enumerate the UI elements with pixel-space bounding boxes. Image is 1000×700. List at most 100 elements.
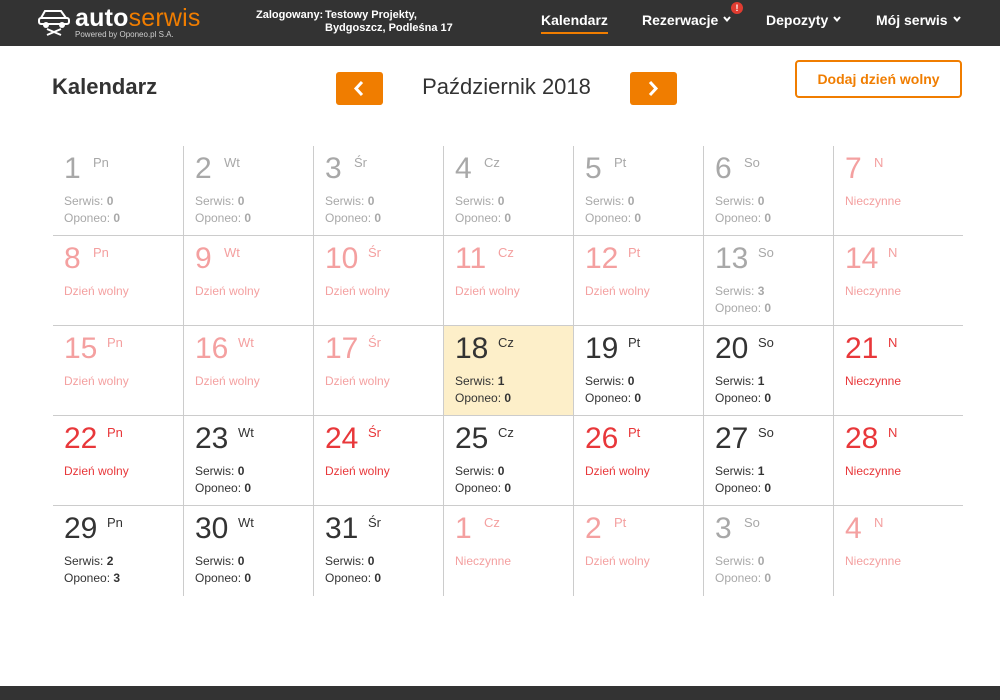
calendar-day[interactable]: 21 N Nieczynne xyxy=(833,326,963,416)
day-number: 6 xyxy=(715,152,732,185)
weekday-label: Pn xyxy=(107,425,123,440)
logged-in-account: Testowy Projekty, Bydgoszcz, Podleśna 17 xyxy=(325,9,453,35)
day-number: 12 xyxy=(585,242,619,275)
calendar-day[interactable]: 11 Cz Dzień wolny xyxy=(443,236,573,326)
calendar-day[interactable]: 16 Wt Dzień wolny xyxy=(183,326,313,416)
oponeo-label: Oponeo: xyxy=(64,211,111,225)
nav-calendar[interactable]: Kalendarz xyxy=(541,12,608,34)
weekday-label: So xyxy=(758,245,774,260)
day-number: 19 xyxy=(585,332,619,365)
oponeo-count: Oponeo: 0 xyxy=(455,481,511,495)
weekday-label: Pn xyxy=(93,155,109,170)
previous-month-button[interactable] xyxy=(336,72,383,105)
calendar-grid: 1 Pn Serwis: 0 Oponeo: 0 2 Wt Serwis: 0 Oponeo:… xyxy=(53,146,963,596)
calendar-day[interactable]: 3 So Serwis: 0 Oponeo: 0 xyxy=(703,506,833,596)
calendar-day[interactable]: 3 Śr Serwis: 0 Oponeo: 0 xyxy=(313,146,443,236)
next-month-button[interactable] xyxy=(630,72,677,105)
calendar-day[interactable]: 19 Pt Serwis: 0 Oponeo: 0 xyxy=(573,326,703,416)
calendar-day[interactable]: 5 Pt Serwis: 0 Oponeo: 0 xyxy=(573,146,703,236)
brand-wordmark: autoserwis xyxy=(75,4,201,32)
calendar-day[interactable]: 7 N Nieczynne xyxy=(833,146,963,236)
weekday-label: Wt xyxy=(238,515,254,530)
weekday-label: Śr xyxy=(368,245,381,260)
day-number: 13 xyxy=(715,242,749,275)
weekday-label: So xyxy=(758,425,774,440)
weekday-label: Pn xyxy=(107,515,123,530)
closed-status: Nieczynne xyxy=(845,554,902,568)
weekday-label: Pn xyxy=(107,335,123,350)
calendar-day[interactable]: 9 Wt Dzień wolny xyxy=(183,236,313,326)
calendar-day[interactable]: 25 Cz Serwis: 0 Oponeo: 0 xyxy=(443,416,573,506)
oponeo-value: 0 xyxy=(764,391,772,405)
nav-my-service[interactable]: Mój serwis xyxy=(876,12,961,28)
day-number: 3 xyxy=(715,512,732,545)
day-number: 2 xyxy=(195,152,212,185)
oponeo-value: 0 xyxy=(244,571,252,585)
serwis-label: Serwis: xyxy=(455,374,495,388)
serwis-value: 1 xyxy=(497,374,505,388)
calendar-day[interactable]: 31 Śr Serwis: 0 Oponeo: 0 xyxy=(313,506,443,596)
add-day-off-button[interactable]: Dodaj dzień wolny xyxy=(795,60,962,98)
weekday-label: Wt xyxy=(224,155,240,170)
calendar-day[interactable]: 29 Pn Serwis: 2 Oponeo: 3 xyxy=(53,506,183,596)
calendar-day[interactable]: 1 Pn Serwis: 0 Oponeo: 0 xyxy=(53,146,183,236)
oponeo-value: 0 xyxy=(374,211,382,225)
serwis-count: Serwis: 2 xyxy=(64,554,113,568)
calendar-day[interactable]: 27 So Serwis: 1 Oponeo: 0 xyxy=(703,416,833,506)
day-number: 26 xyxy=(585,422,619,455)
calendar-day[interactable]: 2 Pt Dzień wolny xyxy=(573,506,703,596)
calendar-day[interactable]: 15 Pn Dzień wolny xyxy=(53,326,183,416)
calendar-day[interactable]: 17 Śr Dzień wolny xyxy=(313,326,443,416)
serwis-value: 0 xyxy=(237,554,245,568)
calendar-day[interactable]: 8 Pn Dzień wolny xyxy=(53,236,183,326)
nav-deposits[interactable]: Depozyty xyxy=(766,12,841,28)
day-number: 9 xyxy=(195,242,212,275)
serwis-count: Serwis: 0 xyxy=(455,194,504,208)
account-name: Testowy Projekty, xyxy=(325,9,417,21)
calendar-day[interactable]: 4 N Nieczynne xyxy=(833,506,963,596)
calendar-day[interactable]: 28 N Nieczynne xyxy=(833,416,963,506)
calendar-day[interactable]: 1 Cz Nieczynne xyxy=(443,506,573,596)
serwis-count: Serwis: 0 xyxy=(715,194,764,208)
weekday-label: Cz xyxy=(498,335,514,350)
oponeo-count: Oponeo: 0 xyxy=(585,211,641,225)
day-off-status: Dzień wolny xyxy=(64,464,129,478)
weekday-label: N xyxy=(888,335,898,350)
calendar-day[interactable]: 4 Cz Serwis: 0 Oponeo: 0 xyxy=(443,146,573,236)
serwis-label: Serwis: xyxy=(715,194,755,208)
oponeo-value: 0 xyxy=(634,211,642,225)
calendar-day[interactable]: 13 So Serwis: 3 Oponeo: 0 xyxy=(703,236,833,326)
calendar-day[interactable]: 6 So Serwis: 0 Oponeo: 0 xyxy=(703,146,833,236)
day-number: 27 xyxy=(715,422,749,455)
weekday-label: So xyxy=(758,335,774,350)
calendar-day[interactable]: 10 Śr Dzień wolny xyxy=(313,236,443,326)
oponeo-count: Oponeo: 0 xyxy=(195,211,251,225)
weekday-label: Wt xyxy=(224,245,240,260)
nav-calendar-label: Kalendarz xyxy=(541,12,608,28)
reservations-alert-badge: ! xyxy=(731,2,743,14)
closed-status: Nieczynne xyxy=(455,554,512,568)
brand-logo[interactable]: autoserwis Powered by Oponeo.pl S.A. xyxy=(37,4,217,42)
serwis-value: 2 xyxy=(106,554,114,568)
car-lift-icon xyxy=(38,10,70,36)
calendar-day[interactable]: 26 Pt Dzień wolny xyxy=(573,416,703,506)
calendar-day[interactable]: 23 Wt Serwis: 0 Oponeo: 0 xyxy=(183,416,313,506)
calendar-day-today[interactable]: 18 Cz Serwis: 1 Oponeo: 0 xyxy=(443,326,573,416)
calendar-day[interactable]: 22 Pn Dzień wolny xyxy=(53,416,183,506)
serwis-value: 0 xyxy=(627,374,635,388)
oponeo-count: Oponeo: 0 xyxy=(195,571,251,585)
calendar-day[interactable]: 30 Wt Serwis: 0 Oponeo: 0 xyxy=(183,506,313,596)
weekday-label: Wt xyxy=(238,335,254,350)
calendar-day[interactable]: 14 N Nieczynne xyxy=(833,236,963,326)
calendar-day[interactable]: 12 Pt Dzień wolny xyxy=(573,236,703,326)
day-number: 1 xyxy=(455,512,472,545)
nav-reservations[interactable]: Rezerwacje xyxy=(642,12,732,28)
current-month-label: Październik 2018 xyxy=(422,74,591,99)
calendar-day[interactable]: 2 Wt Serwis: 0 Oponeo: 0 xyxy=(183,146,313,236)
day-number: 10 xyxy=(325,242,359,275)
oponeo-count: Oponeo: 0 xyxy=(585,391,641,405)
day-number: 8 xyxy=(64,242,81,275)
calendar-day[interactable]: 20 So Serwis: 1 Oponeo: 0 xyxy=(703,326,833,416)
calendar-day[interactable]: 24 Śr Dzień wolny xyxy=(313,416,443,506)
oponeo-label: Oponeo: xyxy=(715,481,762,495)
